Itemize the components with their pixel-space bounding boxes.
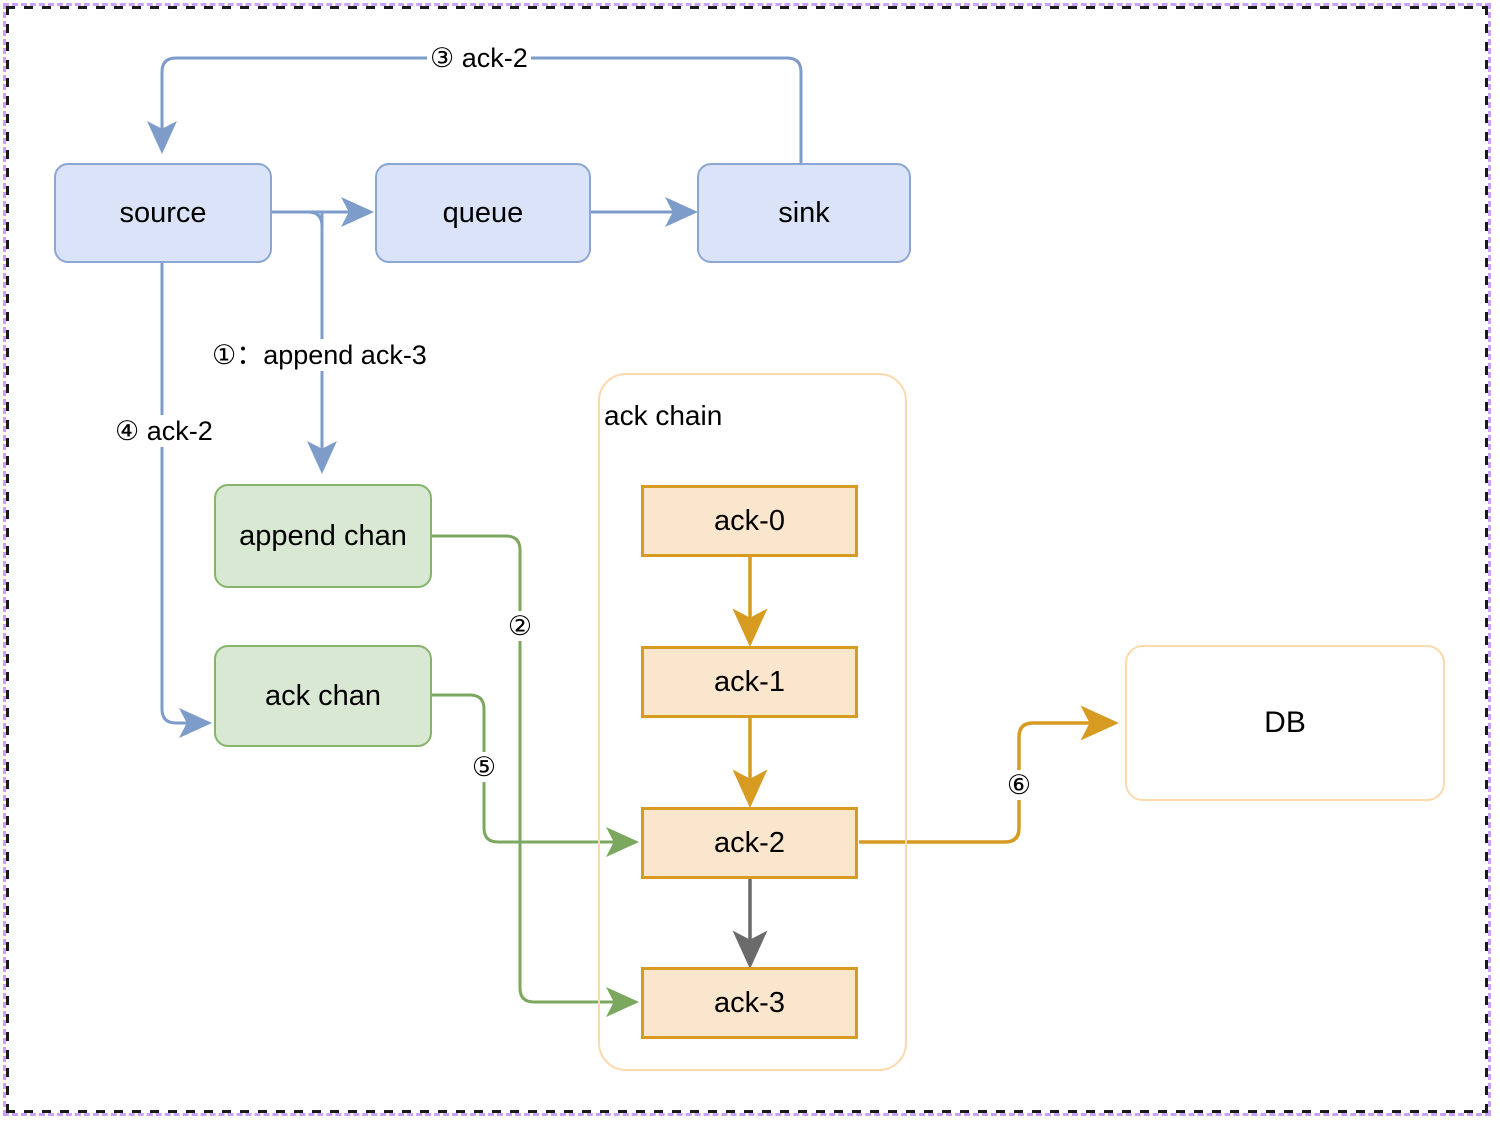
edge-label-step4: ④ ack-2 [112, 415, 216, 447]
node-db-label: DB [1264, 706, 1306, 739]
node-ack-1-label: ack-1 [714, 665, 785, 698]
node-ack-2-label: ack-2 [714, 826, 785, 859]
edge-label-step6: ⑥ [1002, 770, 1036, 800]
node-ack-3-label: ack-3 [714, 986, 785, 1019]
node-sink-label: sink [778, 196, 830, 229]
node-append-chan[interactable]: append chan [214, 484, 432, 588]
node-ack-0-label: ack-0 [714, 504, 785, 537]
diagram-canvas: source queue sink append chan ack chan a… [0, 0, 1500, 1125]
edge-label-step5: ⑤ [467, 752, 501, 782]
edge-label-step3: ③ ack-2 [427, 42, 531, 74]
node-sink[interactable]: sink [697, 163, 911, 263]
node-ack-1[interactable]: ack-1 [641, 646, 858, 718]
edge-label-step1: ①：append ack-3 [209, 339, 430, 371]
edge-source-to-ack-chan-ack2 [160, 263, 212, 738]
node-queue-label: queue [442, 196, 524, 229]
edge-label-step2: ② [503, 611, 537, 641]
node-source-label: source [119, 196, 207, 229]
node-source[interactable]: source [54, 163, 272, 263]
node-ack-chan-label: ack chan [264, 679, 382, 712]
group-ack-chain-label: ack chain [604, 400, 723, 431]
node-db[interactable]: DB [1125, 645, 1445, 801]
edge-source-to-append-chan-stub [272, 210, 324, 227]
node-ack-chan[interactable]: ack chan [214, 645, 432, 747]
node-queue[interactable]: queue [375, 163, 591, 263]
node-ack-0[interactable]: ack-0 [641, 485, 858, 557]
node-ack-3[interactable]: ack-3 [641, 967, 858, 1039]
node-ack-2[interactable]: ack-2 [641, 807, 858, 879]
node-append-chan-label: append chan [239, 519, 407, 552]
